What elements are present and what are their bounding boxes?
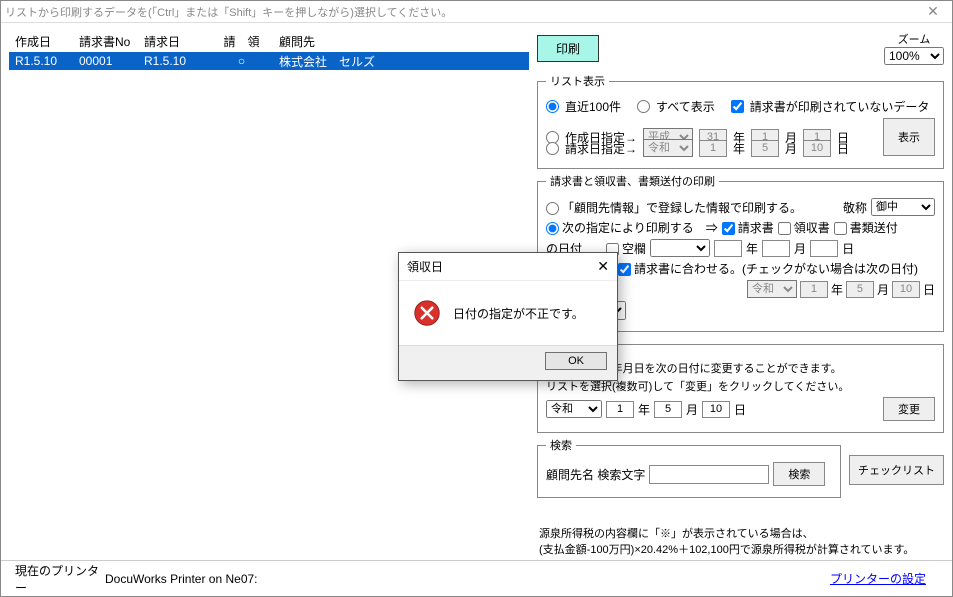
list-headers: 作成日 請求書No 請求日 請 領 顧問先 (9, 31, 529, 52)
printer-label: 現在のプリンター (15, 562, 105, 596)
source-tax-note: 源泉所得税の内容欄に「※」が表示されている場合は、 (支払金額-100万円)×2… (539, 527, 944, 558)
d2[interactable] (803, 140, 831, 157)
print-button[interactable]: 印刷 (537, 35, 599, 62)
search-input[interactable] (649, 465, 769, 484)
dialog-close-icon[interactable]: ✕ (597, 258, 609, 275)
error-dialog: 領収日 ✕ 日付の指定が不正です。 OK (398, 252, 618, 381)
date1-y[interactable] (714, 240, 742, 257)
era2[interactable]: 令和 (643, 139, 693, 157)
radio-useclient[interactable]: 「顧問先情報」で登録した情報で印刷する。 (546, 199, 802, 216)
date1-d[interactable] (810, 240, 838, 257)
radio-byinvoice[interactable]: 請求日指定→ (546, 140, 637, 157)
radio-recent[interactable]: 直近100件 (546, 98, 621, 115)
radio-byspec[interactable]: 次の指定により印刷する ⇒ (546, 219, 718, 236)
dialog-title: 領収日 (407, 258, 597, 275)
col-create: 作成日 (9, 33, 79, 50)
zoom-select[interactable]: 100% (884, 47, 944, 65)
honor-select[interactable]: 御中 (871, 198, 935, 216)
footer: 現在のプリンター DocuWorks Printer on Ne07: プリンタ… (1, 560, 952, 596)
chk-doc[interactable]: 書類送付 (834, 219, 898, 236)
show-button[interactable]: 表示 (883, 118, 935, 156)
search-group: 検索 顧問先名 検索文字 検索 (537, 437, 841, 498)
checklist-button[interactable]: チェックリスト (849, 455, 944, 485)
close-icon[interactable]: ✕ (918, 3, 948, 20)
list-display-group: リスト表示 直近100件 すべて表示 請求書が印刷されていないデータ 作成日指定… (537, 73, 944, 169)
col-invoice: 請求日 (144, 33, 214, 50)
col-no: 請求書No (79, 33, 144, 50)
titlebar: リストから印刷するデータを(「Ctrl」または「Shift」キーを押しながら)選… (1, 1, 952, 23)
dialog-message: 日付の指定が不正です。 (453, 305, 584, 322)
table-row[interactable]: R1.5.10 00001 R1.5.10 ○ 株式会社 セルズ (9, 52, 529, 70)
window-title: リストから印刷するデータを(「Ctrl」または「Shift」キーを押しながら)選… (5, 4, 918, 20)
printer-name: DocuWorks Printer on Ne07: (105, 572, 830, 586)
check-notprinted[interactable]: 請求書が印刷されていないデータ (731, 98, 930, 115)
error-icon (413, 299, 441, 327)
zoom-label: ズーム (884, 31, 944, 47)
dialog-ok-button[interactable]: OK (545, 352, 607, 370)
date1-era[interactable] (650, 239, 710, 257)
printer-settings-link[interactable]: プリンターの設定 (830, 570, 926, 587)
search-button[interactable]: 検索 (773, 462, 825, 486)
chk-invoice[interactable]: 請求書 (722, 219, 774, 236)
y2[interactable] (699, 140, 727, 157)
col-client: 顧問先 (269, 33, 529, 50)
date1-m[interactable] (762, 240, 790, 257)
m2[interactable] (751, 140, 779, 157)
chk-receipt[interactable]: 領収書 (778, 219, 830, 236)
chk-matchinvoice[interactable]: 請求書に合わせる。(チェックがない場合は次の日付) (618, 260, 918, 277)
date2-era[interactable]: 令和 (747, 280, 797, 298)
change-button[interactable]: 変更 (883, 397, 935, 421)
radio-all[interactable]: すべて表示 (637, 98, 715, 115)
chg-era[interactable]: 令和 (546, 400, 602, 418)
col-seiryo: 請 領 (214, 33, 269, 50)
